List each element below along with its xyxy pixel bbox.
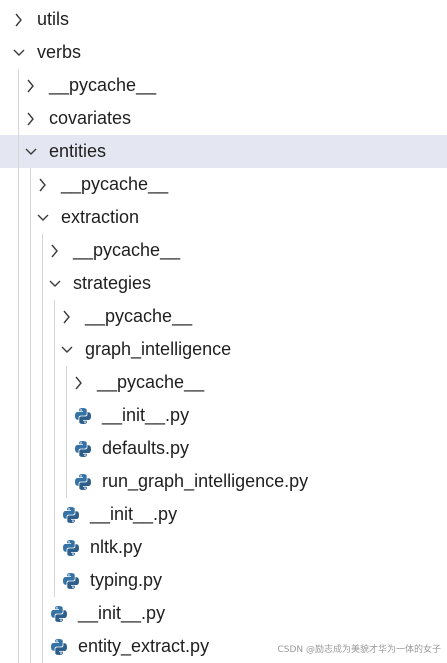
item-label: __init__.py [102,405,190,425]
file-item-init-py[interactable]: __init__.py [0,597,447,630]
folder-item-strategies[interactable]: strategies [0,267,447,300]
chevron-down-icon[interactable] [13,45,25,61]
python-file-icon [50,638,68,656]
item-label: nltk.py [90,537,143,557]
chevron-right-icon[interactable] [73,375,85,391]
folder-item-covariates[interactable]: covariates [0,102,447,135]
python-file-icon [74,473,92,491]
indent-guide [54,300,55,597]
file-item-nltk-py[interactable]: nltk.py [0,531,447,564]
indent-guide [66,366,67,498]
chevron-right-icon[interactable] [13,12,25,28]
item-label: __pycache__ [85,306,193,326]
item-label: entities [49,141,107,161]
item-label: __init__.py [90,504,178,524]
folder-item-extraction[interactable]: extraction [0,201,447,234]
item-label: verbs [37,42,82,62]
item-label: defaults.py [102,438,190,458]
indent-guide [18,69,19,663]
python-file-icon [62,506,80,524]
folder-item-utils[interactable]: utils [0,3,447,36]
file-item-init-py[interactable]: __init__.py [0,399,447,432]
file-explorer-tree: utils verbs __pycache__ covariates entities _… [0,0,447,663]
file-item-init-py[interactable]: __init__.py [0,498,447,531]
folder-item-pycache[interactable]: __pycache__ [0,168,447,201]
chevron-down-icon[interactable] [61,342,73,358]
watermark: CSDN @励志成为美貌才华为一体的女子 [277,645,441,655]
indent-guide [42,234,43,663]
folder-item-entities[interactable]: entities [0,135,447,168]
chevron-right-icon[interactable] [25,111,37,127]
chevron-down-icon[interactable] [49,276,61,292]
chevron-right-icon[interactable] [37,177,49,193]
item-label: strategies [73,273,152,293]
folder-item-graph-intelligence[interactable]: graph_intelligence [0,333,447,366]
item-label: __pycache__ [97,372,205,392]
item-label: __init__.py [78,603,166,623]
folder-item-pycache[interactable]: __pycache__ [0,69,447,102]
item-label: entity_extract.py [78,636,210,656]
item-label: extraction [61,207,140,227]
item-label: covariates [49,108,132,128]
item-label: utils [37,9,70,29]
chevron-right-icon[interactable] [49,243,61,259]
item-label: typing.py [90,570,163,590]
python-file-icon [62,539,80,557]
indent-guide [30,168,31,663]
item-label: __pycache__ [49,75,157,95]
folder-item-pycache[interactable]: __pycache__ [0,300,447,333]
python-file-icon [74,440,92,458]
chevron-right-icon[interactable] [61,309,73,325]
item-label: __pycache__ [73,240,181,260]
chevron-down-icon[interactable] [25,144,37,160]
file-item-typing-py[interactable]: typing.py [0,564,447,597]
file-item-run-graph-intelligence-py[interactable]: run_graph_intelligence.py [0,465,447,498]
python-file-icon [74,407,92,425]
folder-item-verbs[interactable]: verbs [0,36,447,69]
chevron-down-icon[interactable] [37,210,49,226]
python-file-icon [62,572,80,590]
item-label: __pycache__ [61,174,169,194]
folder-item-pycache[interactable]: __pycache__ [0,366,447,399]
python-file-icon [50,605,68,623]
chevron-right-icon[interactable] [25,78,37,94]
file-item-defaults-py[interactable]: defaults.py [0,432,447,465]
item-label: run_graph_intelligence.py [102,471,309,491]
folder-item-pycache[interactable]: __pycache__ [0,234,447,267]
item-label: graph_intelligence [85,339,232,359]
